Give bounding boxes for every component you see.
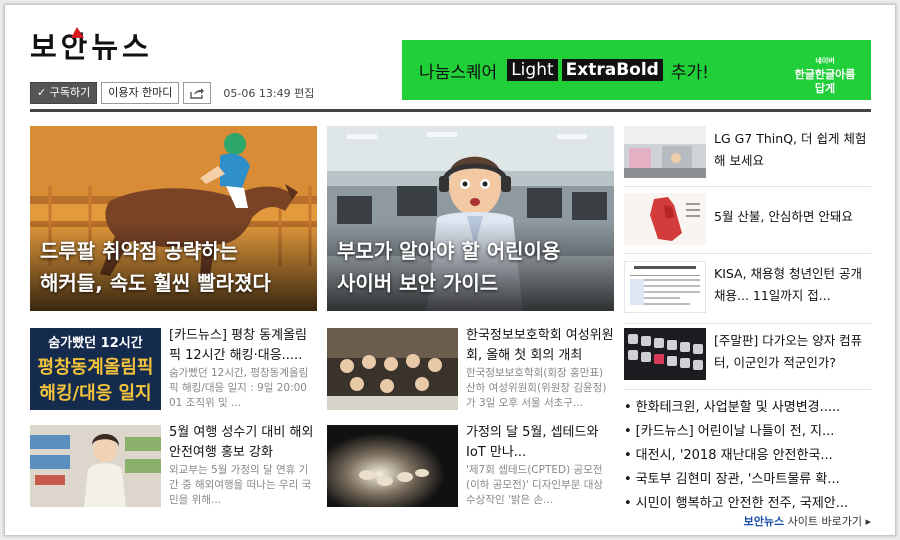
headline-link[interactable]: • 한화테크윈, 사업분할 및 사명변경.....	[624, 396, 871, 415]
side-thumbnail	[624, 126, 706, 178]
ad-logo-small: 네이버	[815, 57, 835, 65]
widget-frame: 보안뉴스 ✓ 구독하기 이용자 한마디 05-06 13:49 편집 나눔스퀘어…	[4, 4, 896, 536]
share-button[interactable]	[183, 82, 212, 104]
side-article-title: [주말판] 다가오는 양자 컴퓨터, 이군인가 적군인가?	[714, 333, 863, 370]
footer-brand: 보안뉴스	[743, 515, 785, 528]
article-thumbnail	[327, 328, 458, 410]
thumb-image-keyboard	[624, 328, 706, 380]
share-icon	[190, 88, 205, 99]
thumb-text-2: 평창동계올림픽	[37, 357, 154, 378]
thumb-text-1: 숨가빴던 12시간	[48, 336, 143, 351]
hero-caption-line1: 드루팔 취약점 공략하는	[40, 239, 238, 263]
article-title[interactable]: 가정의 달 5월, 셉테드와 IoT 만나...	[466, 423, 614, 463]
edit-timestamp: 05-06 13:49 편집	[223, 87, 315, 100]
header-divider	[30, 109, 871, 112]
side-article-title: LG G7 ThinQ, 더 쉽게 체험해 보세요	[714, 131, 867, 168]
bullet-icon: •	[624, 472, 632, 487]
ad-text-2: 추가!	[670, 62, 709, 83]
side-article-kisa[interactable]: KISA, 채용형 청년인턴 공개채용... 11일까지 접...	[624, 261, 871, 316]
article-cpted-iot[interactable]: 가정의 달 5월, 셉테드와 IoT 만나... '제7회 셉테드(CPTED)…	[327, 425, 614, 507]
side-article-title: 5월 산불, 안심하면 안돼요	[714, 209, 853, 224]
logo-text: 보안뉴스	[30, 30, 153, 64]
article-travel-safety[interactable]: 5월 여행 성수기 대비 해외안전여행 홍보 강화 외교부는 5월 가정의 달 …	[30, 425, 317, 507]
footer-text: 사이트 바로가기 ▸	[787, 515, 871, 528]
side-separator	[624, 389, 871, 390]
headline-text: 국토부 김현미 장관, '스마트물류 확...	[635, 472, 840, 487]
comment-button[interactable]: 이용자 한마디	[101, 82, 180, 104]
headline-link[interactable]: • 시민이 행복하고 안전한 전주, 국제안...	[624, 492, 871, 511]
side-separator	[624, 186, 871, 187]
side-separator	[624, 323, 871, 324]
ad-text-1: 나눔스퀘어	[419, 62, 498, 83]
toolbar: ✓ 구독하기 이용자 한마디 05-06 13:49 편집	[30, 82, 314, 104]
thumb-image-bookstore	[30, 425, 161, 507]
side-article-wildfire[interactable]: 5월 산불, 안심하면 안돼요	[624, 193, 871, 248]
side-article-lg-g7[interactable]: LG G7 ThinQ, 더 쉽게 체험해 보세요	[624, 126, 871, 181]
ad-logo-big: 한글한글아름답게	[794, 68, 856, 95]
article-desc: '제7회 셉테드(CPTED) 공모전(이하 공모전)' 디자인부문 대상 수상…	[466, 464, 604, 506]
article-olympic-hacking[interactable]: 숨가빴던 12시간 평창동계올림픽 해킹/대응 일지 [카드뉴스] 평창 동계올…	[30, 328, 317, 410]
article-title[interactable]: 5월 여행 성수기 대비 해외안전여행 홍보 강화	[169, 423, 317, 463]
headline-link[interactable]: • [카드뉴스] 어린이날 나들이 전, 지...	[624, 420, 871, 439]
thumb-image-group-photo	[327, 328, 458, 410]
ad-logo: 네이버 한글한글아름답게	[793, 54, 857, 96]
hero-caption-line1: 부모가 알아야 할 어린이용	[337, 239, 561, 263]
article-desc: 한국정보보호학회(회장 홍만표) 산하 여성위원회(위원장 김윤정)가 3일 오…	[466, 367, 607, 409]
side-thumbnail	[624, 193, 706, 245]
side-separator	[624, 253, 871, 254]
article-thumbnail	[327, 425, 458, 507]
side-article-title: KISA, 채용형 청년인턴 공개채용... 11일까지 접...	[714, 266, 862, 303]
hero-caption-line2: 해커들, 속도 훨씬 빨라졌다	[40, 271, 271, 295]
article-desc: 외교부는 5월 가정의 달 연휴 기간 중 해외여행을 떠나는 우리 국민을 위…	[169, 464, 312, 506]
hero-article-drupal[interactable]: 드루팔 취약점 공략하는 해커들, 속도 훨씬 빨라졌다	[30, 126, 317, 311]
article-thumbnail	[30, 425, 161, 507]
side-thumbnail	[624, 261, 706, 313]
bullet-icon: •	[624, 400, 632, 415]
article-kiisc-women[interactable]: 한국정보보호학회 여성위원회, 올해 첫 회의 개최 한국정보보호학회(회장 홍…	[327, 328, 614, 410]
headline-text: 한화테크윈, 사업분할 및 사명변경.....	[635, 400, 841, 415]
thumb-image-lg-booth	[624, 126, 706, 178]
thumb-image-korea-map	[624, 193, 706, 245]
hero-caption: 부모가 알아야 할 어린이용 사이버 보안 가이드	[337, 235, 606, 299]
site-logo[interactable]: 보안뉴스	[30, 25, 190, 69]
ad-box-light: Light	[507, 59, 558, 81]
hero-article-kids-guide[interactable]: 부모가 알아야 할 어린이용 사이버 보안 가이드	[327, 126, 614, 311]
bullet-icon: •	[624, 424, 632, 439]
headline-link[interactable]: • 국토부 김현미 장관, '스마트물류 확...	[624, 468, 871, 487]
thumb-image-hand-light	[327, 425, 458, 507]
side-article-quantum[interactable]: [주말판] 다가오는 양자 컴퓨터, 이군인가 적군인가?	[624, 328, 871, 383]
headline-text: 시민이 행복하고 안전한 전주, 국제안...	[635, 496, 849, 511]
article-thumbnail: 숨가빴던 12시간 평창동계올림픽 해킹/대응 일지	[30, 328, 161, 410]
ad-banner[interactable]: 나눔스퀘어 Light ExtraBold 추가! 네이버 한글한글아름답게	[402, 40, 871, 100]
logo-accent-icon	[71, 27, 84, 38]
bullet-icon: •	[624, 496, 632, 511]
side-thumbnail	[624, 328, 706, 380]
subscribe-button[interactable]: ✓ 구독하기	[30, 82, 98, 104]
bullet-icon: •	[624, 448, 632, 463]
article-title[interactable]: [카드뉴스] 평창 동계올림픽 12시간 해킹·대응.....	[169, 326, 317, 366]
thumb-image-document	[624, 261, 706, 313]
headline-text: [카드뉴스] 어린이날 나들이 전, 지...	[635, 424, 835, 439]
ad-box-extrabold: ExtraBold	[561, 59, 663, 81]
hero-caption-line2: 사이버 보안 가이드	[337, 271, 499, 295]
headline-link[interactable]: • 대전시, '2018 재난대응 안전한국...	[624, 444, 871, 463]
site-shortcut-link[interactable]: 보안뉴스 사이트 바로가기 ▸	[744, 513, 871, 529]
thumb-text-3: 해킹/대응 일지	[39, 383, 152, 404]
article-title[interactable]: 한국정보보호학회 여성위원회, 올해 첫 회의 개최	[466, 326, 614, 366]
headline-text: 대전시, '2018 재난대응 안전한국...	[635, 448, 833, 463]
article-desc: 숨가빴던 12시간, 평창동계올림픽 해킹/대응 일지 : 9일 20:00 0…	[169, 367, 309, 409]
subscribe-label: 구독하기	[49, 86, 91, 99]
hero-caption: 드루팔 취약점 공략하는 해커들, 속도 훨씬 빨라졌다	[40, 235, 309, 299]
